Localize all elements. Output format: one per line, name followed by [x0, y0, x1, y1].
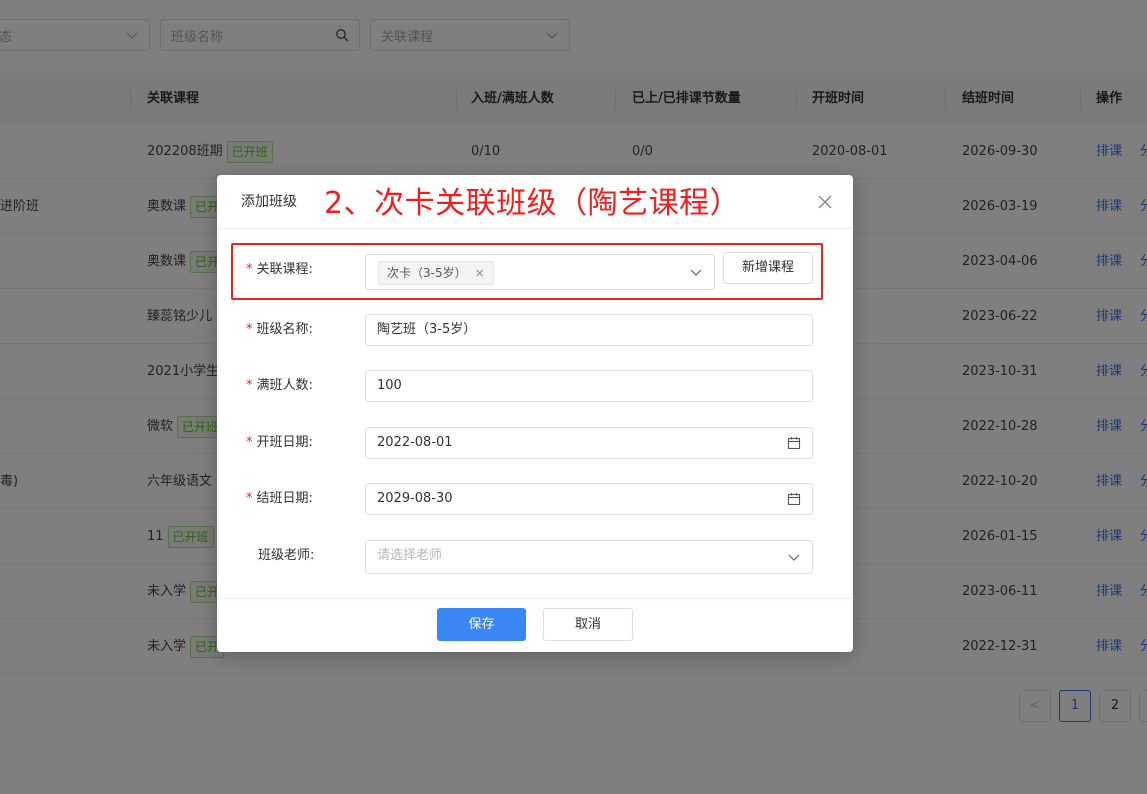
teacher-label: 班级老师: [258, 548, 315, 563]
required-mark: * [246, 491, 253, 506]
class-name-value: 陶艺班（3-5岁） [377, 322, 477, 337]
add-course-button[interactable]: 新增课程 [723, 252, 813, 284]
class-name-input[interactable]: 陶艺班（3-5岁） [365, 314, 813, 346]
start-date-input[interactable]: 2022-08-01 [365, 427, 813, 459]
chip-remove-icon[interactable]: × [475, 266, 485, 280]
start-date-value: 2022-08-01 [377, 435, 453, 450]
chevron-down-icon [690, 269, 702, 276]
course-label: * 关联课程: [246, 262, 313, 277]
capacity-input[interactable]: 100 [365, 370, 813, 402]
dialog-title: 添加班级 [241, 194, 297, 210]
required-mark: * [246, 262, 253, 277]
dialog-footer [217, 598, 853, 652]
end-date-label: * 结班日期: [246, 491, 313, 506]
capacity-value: 100 [377, 378, 402, 393]
teacher-select[interactable]: 请选择老师 [365, 540, 813, 574]
selected-course-chip: 次卡（3-5岁） × [378, 261, 494, 285]
save-button[interactable]: 保存 [437, 608, 526, 641]
dialog-header: 添加班级 2、次卡关联班级（陶艺课程） [217, 175, 853, 229]
annotation-text: 2、次卡关联班级（陶艺课程） [324, 186, 741, 221]
chip-label: 次卡（3-5岁） [387, 266, 467, 280]
chevron-down-icon [788, 554, 800, 561]
class-name-label: * 班级名称: [246, 322, 313, 337]
calendar-icon [787, 437, 801, 450]
cancel-button[interactable]: 取消 [543, 608, 633, 641]
end-date-value: 2029-08-30 [377, 491, 453, 506]
required-mark: * [246, 378, 253, 393]
end-date-input[interactable]: 2029-08-30 [365, 483, 813, 515]
teacher-placeholder: 请选择老师 [377, 548, 443, 563]
course-select[interactable]: 次卡（3-5岁） × [365, 254, 715, 290]
calendar-icon [787, 493, 801, 506]
required-mark: * [246, 322, 253, 337]
required-mark: * [246, 435, 253, 450]
capacity-label: * 满班人数: [246, 378, 313, 393]
start-date-label: * 开班日期: [246, 435, 313, 450]
add-class-dialog: 添加班级 2、次卡关联班级（陶艺课程） * 关联课程: 次卡（3-5岁） × 新增课… [217, 175, 853, 652]
close-icon[interactable] [817, 194, 833, 210]
